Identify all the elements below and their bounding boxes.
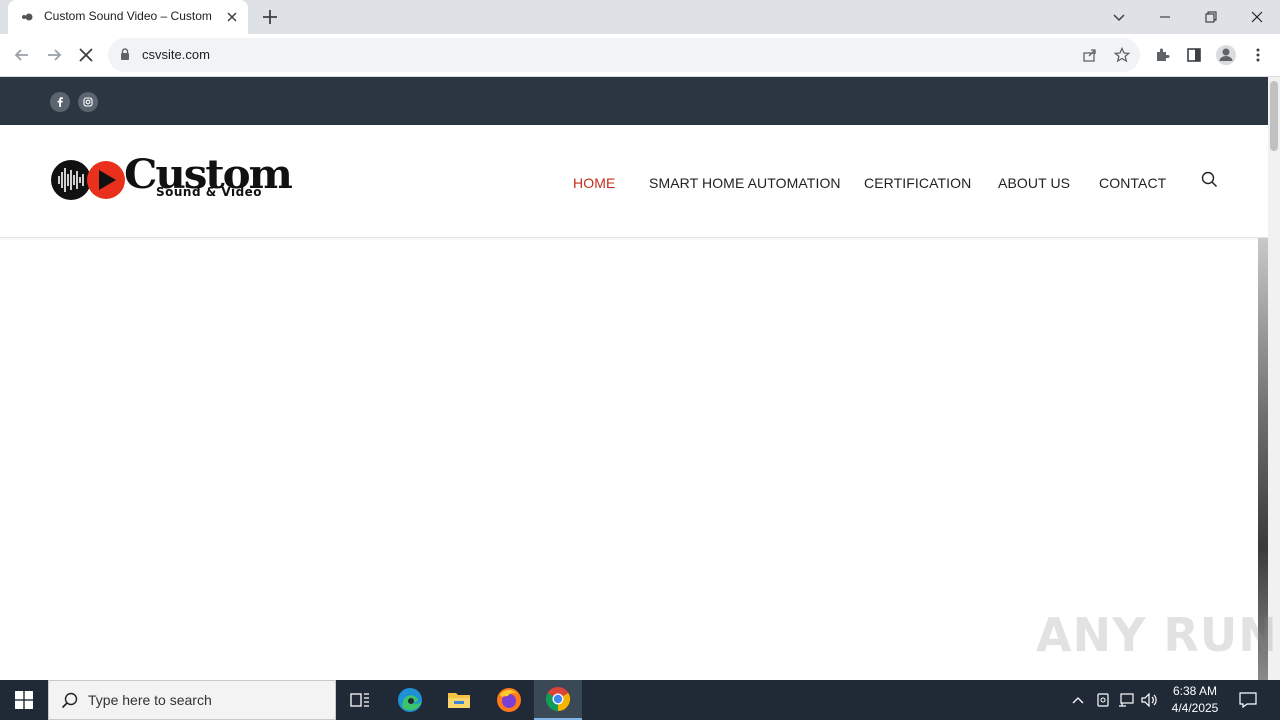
start-button[interactable] (0, 680, 48, 720)
file-explorer-icon[interactable] (435, 680, 483, 720)
tab-close-icon[interactable] (224, 9, 240, 25)
lock-icon[interactable] (120, 48, 130, 61)
search-icon (61, 692, 78, 709)
tab-strip: Custom Sound Video – Custom (0, 0, 1280, 34)
logo-sub-text: Sound & Video (156, 185, 263, 199)
tray-chevron-up-icon[interactable] (1068, 690, 1088, 710)
site-header: Custom Sound & Video HOME SMART HOME AUT… (0, 125, 1268, 238)
nav-smart-home-automation[interactable]: SMART HOME AUTOMATION (649, 175, 841, 191)
clock-time: 6:38 AM (1172, 684, 1218, 698)
network-icon[interactable] (1116, 690, 1136, 710)
site-favicon-icon (22, 13, 33, 21)
edge-icon[interactable] (386, 680, 434, 720)
taskbar-clock[interactable]: 6:38 AM 4/4/2025 (1166, 683, 1224, 717)
forward-arrow-icon[interactable] (42, 43, 66, 67)
stop-loading-icon[interactable] (74, 43, 98, 67)
anyrun-watermark: ANY RUN (1036, 608, 1278, 662)
taskbar-search-placeholder: Type here to search (88, 692, 212, 708)
firefox-icon[interactable] (485, 680, 533, 720)
restore-icon[interactable] (1188, 0, 1234, 34)
site-top-bar (0, 77, 1268, 125)
side-panel-icon[interactable] (1182, 43, 1206, 67)
scrollbar-thumb[interactable] (1270, 81, 1278, 151)
extensions-icon[interactable] (1150, 43, 1174, 67)
windows-logo-icon (15, 691, 33, 709)
task-view-icon[interactable] (336, 680, 384, 720)
url-text[interactable]: csvsite.com (142, 47, 210, 62)
nav-home[interactable]: HOME (573, 175, 615, 191)
instagram-icon[interactable] (78, 92, 98, 112)
back-arrow-icon[interactable] (10, 43, 34, 67)
minimize-icon[interactable] (1142, 0, 1188, 34)
close-icon[interactable] (1234, 0, 1280, 34)
new-tab-icon[interactable] (258, 6, 282, 28)
nav-contact[interactable]: CONTACT (1099, 175, 1166, 191)
notifications-icon[interactable] (1238, 690, 1258, 710)
star-icon[interactable] (1110, 43, 1134, 67)
page-scrollbar[interactable] (1268, 77, 1280, 680)
tab-search-icon[interactable] (1096, 0, 1142, 34)
chrome-icon[interactable] (534, 680, 582, 720)
nav-certification[interactable]: CERTIFICATION (864, 175, 971, 191)
browser-toolbar: csvsite.com (0, 34, 1280, 77)
share-icon[interactable] (1078, 43, 1102, 67)
volume-icon[interactable] (1140, 690, 1160, 710)
address-bar[interactable]: csvsite.com (108, 38, 1140, 72)
site-logo[interactable]: Custom Sound & Video (50, 152, 293, 206)
windows-taskbar: Type here to search 6:38 AM 4/4/2025 (0, 680, 1280, 720)
nav-about-us[interactable]: ABOUT US (998, 175, 1070, 191)
taskbar-search-box[interactable]: Type here to search (48, 680, 336, 720)
tab-title: Custom Sound Video – Custom (44, 9, 212, 23)
menu-icon[interactable] (1246, 43, 1270, 67)
tray-device-icon[interactable] (1093, 690, 1113, 710)
browser-tab[interactable]: Custom Sound Video – Custom (8, 0, 248, 34)
search-icon[interactable] (1200, 170, 1220, 190)
clock-date: 4/4/2025 (1171, 701, 1219, 715)
web-page: Custom Sound & Video HOME SMART HOME AUT… (0, 77, 1268, 680)
profile-icon[interactable] (1214, 43, 1238, 67)
facebook-icon[interactable] (50, 92, 70, 112)
